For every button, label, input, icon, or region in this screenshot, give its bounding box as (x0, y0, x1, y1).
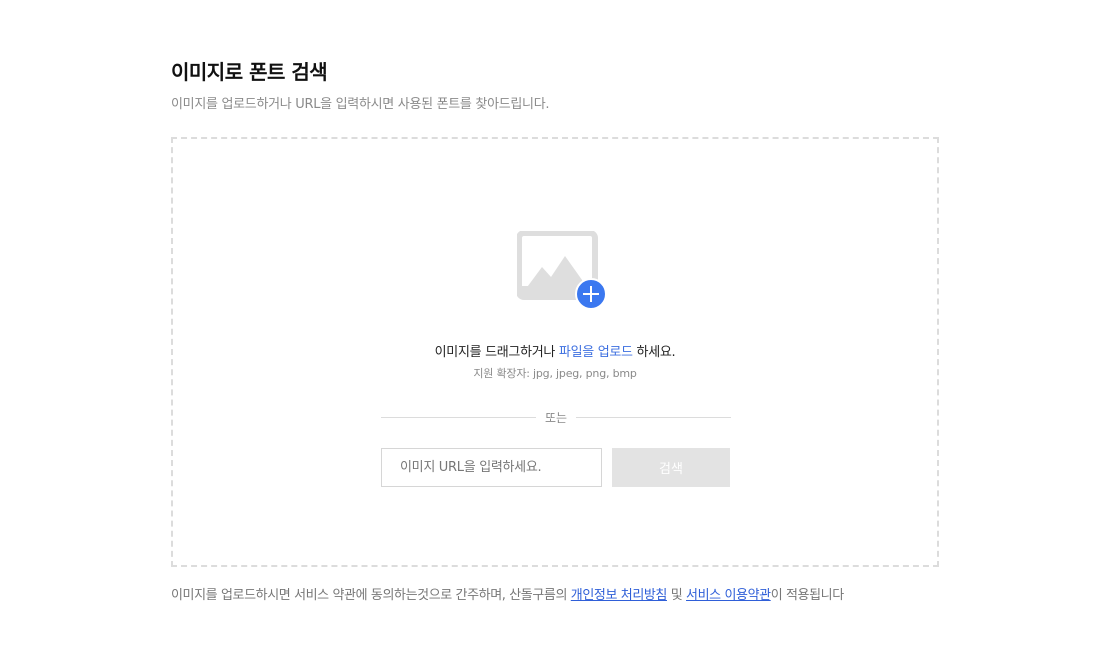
image-add-icon[interactable] (517, 231, 609, 311)
upload-file-link[interactable]: 파일을 업로드 (559, 345, 633, 360)
terms-text-suffix: 이 적용됩니다 (770, 588, 844, 603)
image-dropzone[interactable]: 이미지를 드래그하거나 파일을 업로드 하세요. 지원 확장자: jpg, jp… (171, 137, 939, 567)
terms-notice: 이미지를 업로드하시면 서비스 약관에 동의하는것으로 간주하며, 산돌구름의 … (171, 584, 844, 603)
or-divider: 또는 (381, 409, 731, 425)
terms-of-service-link[interactable]: 서비스 이용약관 (686, 588, 771, 603)
drop-instruction: 이미지를 드래그하거나 파일을 업로드 하세요. (173, 341, 937, 360)
divider-line-right (576, 417, 731, 418)
terms-text-prefix: 이미지를 업로드하시면 서비스 약관에 동의하는것으로 간주하며, 산돌구름의 (171, 588, 571, 603)
drop-text-suffix: 하세요. (632, 345, 676, 360)
terms-text-middle: 및 (667, 588, 687, 603)
privacy-policy-link[interactable]: 개인정보 처리방침 (571, 588, 668, 603)
supported-extensions: 지원 확장자: jpg, jpeg, png, bmp (473, 367, 637, 380)
page-subtitle: 이미지를 업로드하거나 URL을 입력하시면 사용된 폰트를 찾아드립니다. (171, 97, 550, 112)
page-title: 이미지로 폰트 검색 (171, 60, 328, 84)
search-button[interactable]: 검색 (612, 448, 730, 487)
drop-text-prefix: 이미지를 드래그하거나 (434, 345, 559, 360)
image-url-input[interactable] (381, 448, 602, 487)
